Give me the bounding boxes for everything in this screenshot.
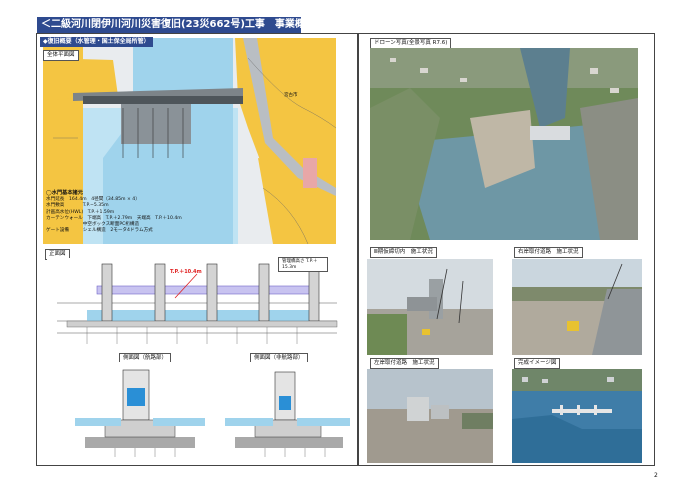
side-view-nonnav-drawing: [225, 362, 350, 458]
photo-stage3-label: Ⅲ期仮締切内 施工状況: [370, 247, 437, 258]
gate-spec-heading: ◯水門基本諸元: [46, 190, 83, 196]
photo-left-road-label: 左岸取付道路 施工状況: [370, 358, 439, 369]
drone-photo: [370, 48, 638, 240]
gate-spec-row: カーテンウォール 下端高 T.P.＋2.79m 天端高 T.P.＋10.4m: [46, 215, 182, 221]
page-title: ＜二級河川閉伊川河川災害復旧(23災662号)工事 事業概要＞: [37, 17, 301, 33]
gate-spec-row: ゲート設備 シェル構造 2モータ4ドラム方式: [46, 228, 153, 234]
map-place-label: 宮古市: [284, 93, 298, 98]
photo-left-road: [367, 369, 493, 463]
completion-image: [512, 369, 642, 463]
photo-stage3: [367, 259, 493, 355]
gate-spec-row: 水門延長 164.4m 4径間（34.85m × 4）: [46, 197, 140, 203]
side-view-nav-drawing: [75, 362, 205, 458]
section-label: ◆復旧概要（水管理・国土保全局所管）: [40, 37, 153, 47]
gate-spec: ◯水門基本諸元 水門延長 164.4m 4径間（34.85m × 4） 水門敷高…: [46, 190, 182, 234]
bridge-height-label: 管理橋高さ T.P.＋15.3m: [278, 257, 328, 272]
photo-right-road: [512, 259, 642, 355]
plan-view-label: 全体平面図: [43, 50, 79, 61]
crest-height-label: T.P.＋10.4m: [170, 269, 202, 275]
page-number: 2: [654, 472, 658, 479]
completion-image-label: 完成イメージ図: [514, 358, 561, 369]
gate-spec-row: 計画高水位(HWL) T.P.＋1.59m: [46, 209, 115, 215]
gate-spec-row: 中空ボックス断面PC桁構造: [46, 222, 140, 228]
gate-spec-row: 水門敷高 T.P.−5.35m: [46, 203, 109, 209]
photo-right-road-label: 右岸取付道路 施工状況: [514, 247, 583, 258]
